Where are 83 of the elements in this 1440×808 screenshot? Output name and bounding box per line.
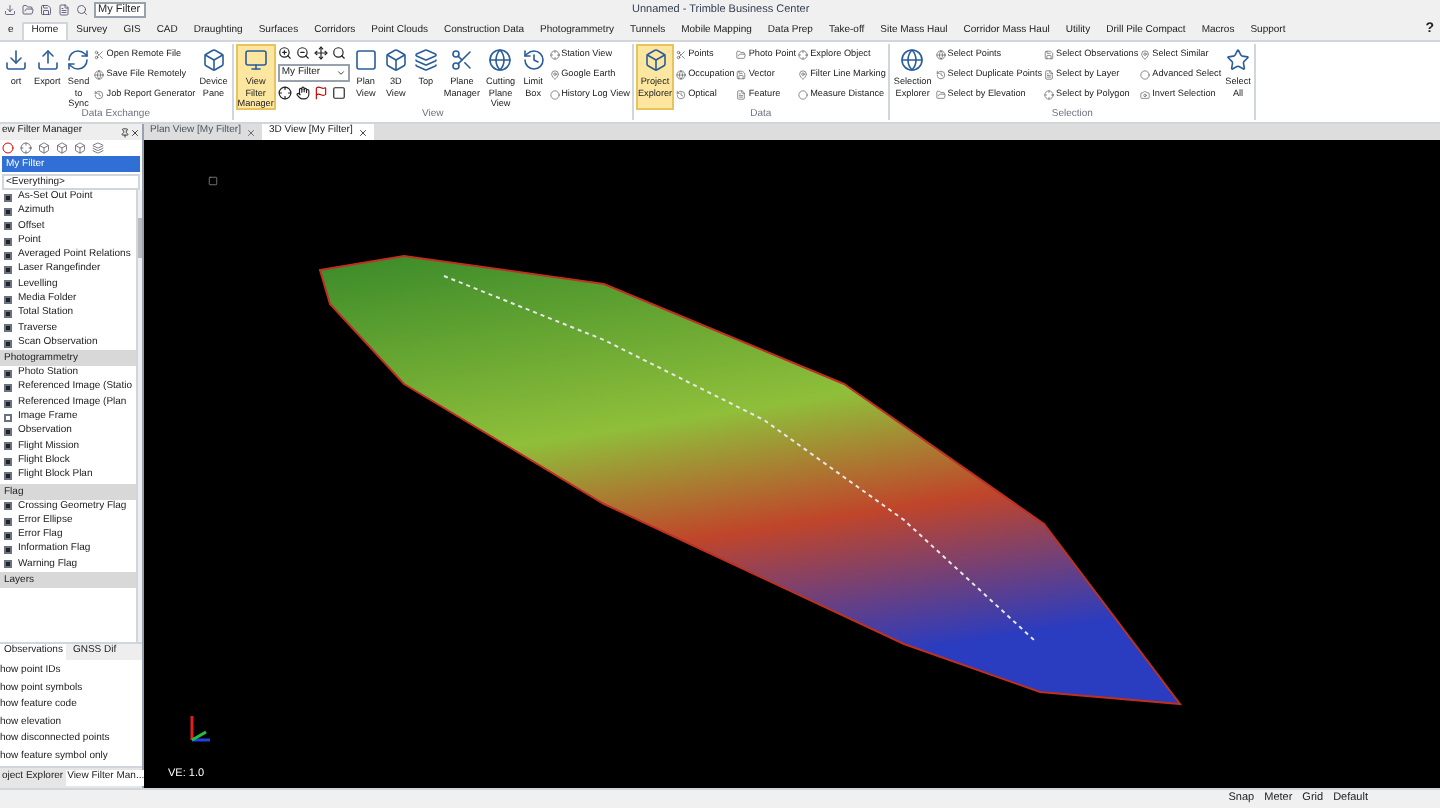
pan-icon[interactable] <box>313 46 328 60</box>
star-icon <box>1226 48 1251 72</box>
circle-icon <box>1140 69 1151 79</box>
scissors-icon <box>449 48 474 72</box>
flag-icon[interactable] <box>313 86 328 100</box>
checkbox[interactable] <box>4 502 12 511</box>
checkbox[interactable] <box>4 384 12 393</box>
cube-icon <box>38 142 50 154</box>
history-icon <box>676 89 687 99</box>
cube-icon <box>383 48 408 72</box>
cube-icon <box>643 48 668 72</box>
pin-icon <box>798 69 809 79</box>
save-icon <box>1044 49 1055 59</box>
checkbox[interactable] <box>4 457 12 466</box>
axis-icon <box>188 716 212 744</box>
pin-icon <box>1140 49 1151 59</box>
checkbox[interactable] <box>4 442 12 451</box>
cube-icon <box>201 48 226 72</box>
search-icon[interactable] <box>331 46 346 60</box>
crosshair-icon <box>20 142 32 154</box>
history-icon <box>935 69 946 79</box>
crosshair-icon[interactable] <box>277 86 292 100</box>
checkbox[interactable] <box>4 413 12 422</box>
globe-icon <box>488 48 513 72</box>
folder-icon <box>22 4 34 16</box>
layers-icon <box>413 48 438 72</box>
upload-icon <box>35 48 60 72</box>
circle-icon <box>549 89 560 99</box>
search-icon <box>76 4 88 16</box>
checkbox[interactable] <box>4 295 12 304</box>
circle-icon[interactable] <box>2 142 14 154</box>
pin-icon <box>549 69 560 79</box>
monitor-icon <box>243 48 268 72</box>
document-icon <box>1044 69 1055 79</box>
crosshair-icon <box>1044 89 1055 99</box>
hand-icon[interactable] <box>295 86 310 100</box>
pin-icon[interactable] <box>120 127 130 137</box>
history-icon <box>521 48 546 72</box>
checkbox[interactable] <box>4 237 12 246</box>
square-icon <box>353 48 378 72</box>
cube-icon <box>74 142 86 154</box>
sync-icon <box>66 48 91 72</box>
globe-icon <box>676 69 687 79</box>
document-icon <box>58 4 70 16</box>
checkbox[interactable] <box>4 310 12 319</box>
zoom-out-icon[interactable] <box>295 46 310 60</box>
zoom-in-icon[interactable] <box>277 46 292 60</box>
scrollbar[interactable] <box>135 190 142 642</box>
circle-icon <box>798 89 809 99</box>
checkbox[interactable] <box>4 428 12 437</box>
checkbox[interactable] <box>4 193 12 202</box>
save-icon <box>736 69 747 79</box>
checkbox[interactable] <box>4 531 12 540</box>
history-icon <box>94 89 105 99</box>
checkbox[interactable] <box>4 471 12 480</box>
globe-icon <box>900 48 925 72</box>
checkbox[interactable] <box>4 222 12 231</box>
download-icon <box>4 48 28 72</box>
checkbox[interactable] <box>4 517 12 526</box>
checkbox[interactable] <box>4 266 12 275</box>
square-icon <box>208 176 218 186</box>
square-icon[interactable] <box>331 86 346 100</box>
globe-icon <box>94 69 105 79</box>
checkbox[interactable] <box>4 251 12 260</box>
camera-icon <box>1140 89 1151 99</box>
document-icon <box>736 89 747 99</box>
save-icon <box>40 4 52 16</box>
folder-icon <box>736 49 747 59</box>
checkbox[interactable] <box>4 546 12 555</box>
globe-icon <box>935 49 946 59</box>
cube-icon <box>56 142 68 154</box>
checkbox[interactable] <box>4 399 12 407</box>
crosshair-icon <box>798 49 809 59</box>
checkbox[interactable] <box>4 560 12 569</box>
layers-icon <box>92 142 104 154</box>
crosshair-icon <box>549 49 560 59</box>
checkbox[interactable] <box>4 280 12 289</box>
folder-icon <box>935 89 946 99</box>
checkbox[interactable] <box>4 369 12 378</box>
download-icon <box>4 4 16 16</box>
checkbox[interactable] <box>4 339 12 348</box>
checkbox[interactable] <box>4 207 12 216</box>
checkbox[interactable] <box>4 324 12 333</box>
